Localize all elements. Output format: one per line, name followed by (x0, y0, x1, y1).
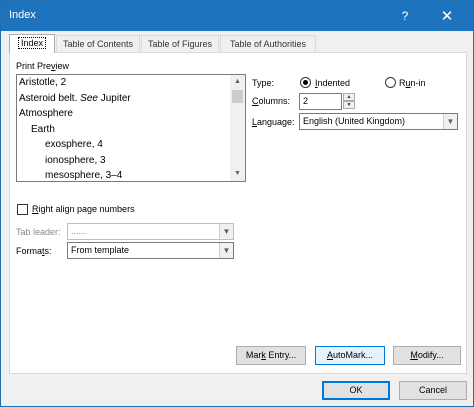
run-in-radio[interactable] (385, 77, 396, 88)
tab-leader-dropdown: ...... ▼ (67, 223, 234, 240)
scroll-thumb[interactable] (232, 90, 243, 103)
print-preview-label: Print Preview (16, 61, 70, 71)
tab-leader-label: Tab leader: (16, 227, 61, 237)
modify-button[interactable]: Modify... (393, 346, 461, 365)
tab-table-of-contents[interactable]: Table of Contents (56, 35, 140, 53)
preview-line: mesosphere, 3–4 (45, 170, 123, 181)
chevron-down-icon[interactable]: ▼ (443, 114, 457, 129)
right-align-checkbox[interactable] (17, 204, 28, 215)
print-preview-box: Aristotle, 2 Asteroid belt. See Jupiter … (16, 74, 246, 182)
mark-entry-button[interactable]: Mark Entry... (236, 346, 306, 365)
right-align-label: Right align page numbers (32, 204, 135, 214)
tab-table-of-authorities[interactable]: Table of Authorities (220, 35, 316, 53)
automark-button[interactable]: AutoMark... (315, 346, 385, 365)
spin-up-icon[interactable]: ▲ (343, 93, 355, 101)
preview-line: Atmosphere (19, 108, 73, 119)
formats-value: From template (71, 245, 130, 255)
ok-button[interactable]: OK (322, 381, 390, 400)
preview-line: exosphere, 4 (45, 139, 103, 150)
index-tab-panel: Print Preview Aristotle, 2 Asteroid belt… (9, 52, 467, 374)
formats-dropdown[interactable]: From template ▼ (67, 242, 234, 259)
preview-scrollbar[interactable]: ▲ ▼ (230, 75, 245, 181)
language-dropdown[interactable]: English (United Kingdom) ▼ (299, 113, 458, 130)
formats-label: Formats: (16, 246, 52, 256)
preview-line: Earth (31, 123, 55, 135)
columns-label: Columns: (252, 96, 291, 106)
run-in-label: Run-in (399, 78, 426, 88)
scroll-up-arrow-icon[interactable]: ▲ (230, 75, 245, 89)
columns-input[interactable]: 2 (299, 93, 342, 110)
cancel-button[interactable]: Cancel (399, 381, 467, 400)
tab-bar: Index Table of Contents Table of Figures… (9, 34, 467, 53)
chevron-down-icon[interactable]: ▼ (219, 243, 233, 258)
spin-down-icon[interactable]: ▼ (343, 101, 355, 109)
tab-leader-value: ...... (71, 226, 87, 236)
window-title: Index (9, 9, 36, 21)
tab-index[interactable]: Index (9, 34, 55, 53)
tab-table-of-figures[interactable]: Table of Figures (141, 35, 219, 53)
indented-label: Indented (315, 78, 351, 88)
language-value: English (United Kingdom) (303, 116, 406, 126)
type-label: Type: (252, 78, 275, 88)
language-label: Language: (252, 117, 295, 127)
title-bar: Index ? ✕ (1, 1, 473, 31)
preview-line: Aristotle, 2 (19, 77, 67, 88)
columns-stepper[interactable]: ▲ ▼ (343, 93, 355, 110)
preview-line: ionosphere, 3 (45, 154, 106, 166)
index-dialog: Index ? ✕ Index Table of Contents Table … (0, 0, 474, 407)
scroll-down-arrow-icon[interactable]: ▼ (230, 167, 245, 181)
chevron-down-icon: ▼ (219, 224, 233, 239)
indented-radio[interactable] (300, 77, 311, 88)
preview-line: Asteroid belt. See Jupiter (19, 92, 131, 104)
close-button[interactable]: ✕ (429, 1, 465, 31)
help-button[interactable]: ? (387, 1, 423, 31)
